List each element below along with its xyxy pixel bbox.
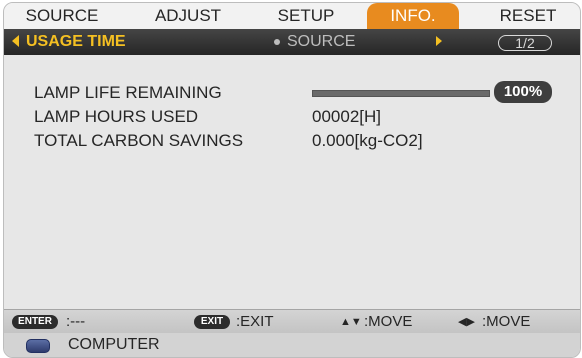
left-right-arrow-icon: ◀▶ (458, 316, 475, 328)
carbon-savings-value: 0.000[kg-CO2] (312, 131, 423, 150)
submenu-bar: USAGE TIME SOURCE 1/2 (4, 29, 580, 55)
bullet-icon (274, 39, 280, 45)
source-label: COMPUTER (68, 336, 160, 353)
exit-hint: :EXIT (236, 313, 274, 330)
page-indicator: 1/2 (498, 35, 552, 51)
menu-tabs: SOURCE ADJUST SETUP INFO. RESET (4, 3, 580, 29)
exit-key-icon: EXIT (194, 315, 230, 329)
submenu-next[interactable]: SOURCE (287, 29, 355, 55)
lamp-hours-label: LAMP HOURS USED (34, 107, 199, 126)
tab-info[interactable]: INFO. (367, 3, 459, 29)
tab-source[interactable]: SOURCE (22, 3, 102, 29)
footer-hints: ENTER :--- EXIT :EXIT ▲▼ :MOVE ◀▶ :MOVE (4, 309, 580, 334)
right-arrow-icon[interactable] (436, 36, 442, 46)
lamp-life-bar-fill (313, 91, 489, 96)
computer-source-icon (26, 339, 50, 353)
info-content: LAMP LIFE REMAINING 100% LAMP HOURS USED… (4, 55, 580, 309)
tab-adjust[interactable]: ADJUST (146, 3, 230, 29)
status-bar: COMPUTER (4, 333, 580, 357)
tab-setup[interactable]: SETUP (270, 3, 342, 29)
carbon-savings-label: TOTAL CARBON SAVINGS (34, 131, 244, 150)
tab-reset[interactable]: RESET (490, 3, 566, 29)
enter-hint: :--- (66, 313, 86, 330)
move-vertical-hint: :MOVE (364, 313, 413, 330)
projector-osd-menu: SOURCE ADJUST SETUP INFO. RESET USAGE TI… (3, 2, 581, 358)
lamp-life-bar (312, 90, 490, 97)
left-arrow-icon[interactable] (12, 35, 19, 47)
lamp-life-label: LAMP LIFE REMAINING (34, 83, 222, 102)
lamp-life-percent: 100% (494, 81, 552, 103)
submenu-title[interactable]: USAGE TIME (26, 29, 126, 55)
enter-key-icon: ENTER (12, 315, 58, 329)
up-down-arrow-icon: ▲▼ (340, 316, 362, 328)
move-horizontal-hint: :MOVE (482, 313, 531, 330)
lamp-hours-value: 00002[H] (312, 107, 381, 126)
